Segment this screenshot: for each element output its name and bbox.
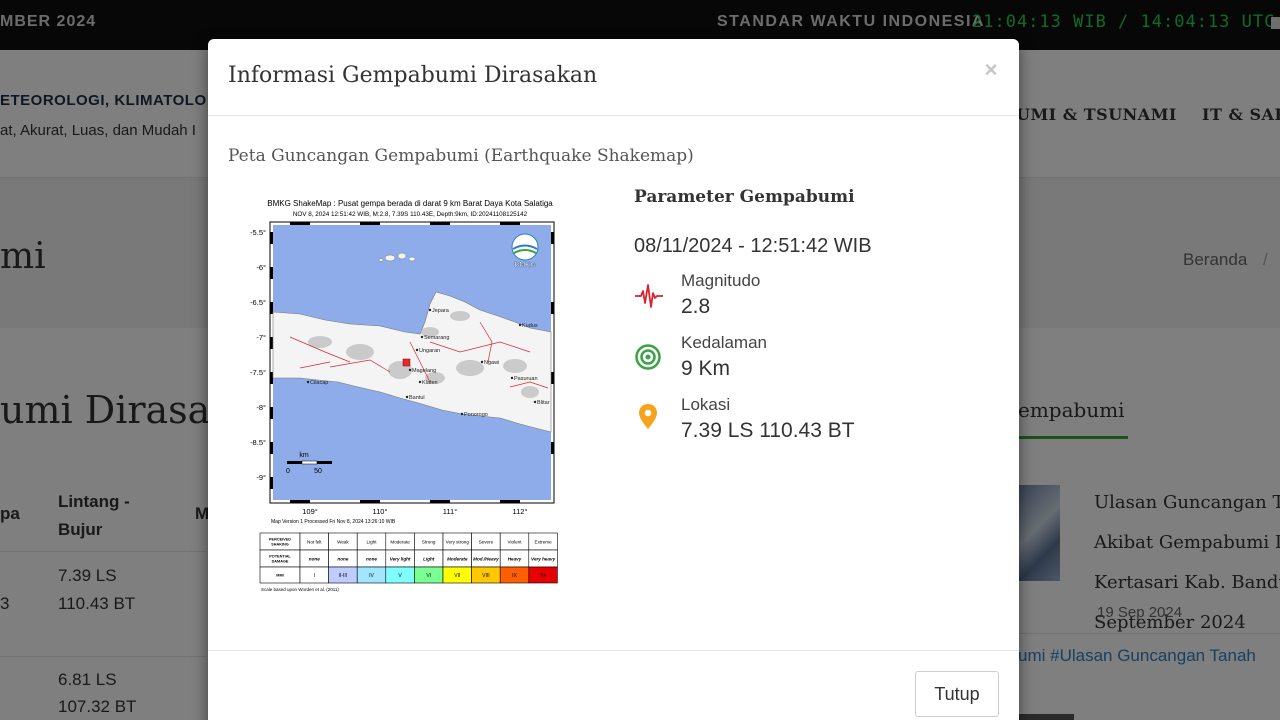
mmi-legend-table: PERCEIVEDSHAKING Not felt Weak Light Moderat… bbox=[259, 532, 558, 584]
legend-cell-text: Weak bbox=[337, 540, 349, 545]
city-label: Klaten bbox=[422, 380, 438, 386]
legend-row-label: POTENTIAL bbox=[269, 555, 291, 559]
svg-text:BMKG: BMKG bbox=[514, 262, 536, 269]
depth-target-icon bbox=[635, 344, 661, 370]
legend-cell-text: Very heavy bbox=[531, 557, 556, 562]
legend-row-label: DAMAGE bbox=[272, 560, 289, 564]
legend-cell-text: none bbox=[366, 557, 377, 562]
legend-row-label-cell bbox=[259, 532, 301, 551]
close-button[interactable]: Tutup bbox=[915, 671, 999, 717]
legend-cell-text: II-III bbox=[339, 573, 348, 579]
legend-row-label: MMI bbox=[276, 574, 283, 578]
legend-cell-text: VI bbox=[426, 573, 431, 579]
legend-cell-text: Moderate bbox=[390, 540, 410, 545]
shakemap-subtitle-line: NOV 8, 2024 12:51:42 WIB, M:2.8, 7.39S 1… bbox=[293, 211, 528, 218]
legend-cell-text: none bbox=[309, 557, 320, 562]
event-datetime: 08/11/2024 - 12:51:42 WIB bbox=[634, 235, 872, 257]
legend-cell-text: Moderate bbox=[447, 557, 468, 562]
lat-tick: -6.5° bbox=[250, 298, 266, 307]
location-label: Lokasi bbox=[681, 395, 731, 414]
city-label: Kudus bbox=[522, 323, 538, 329]
city-label: Ponorogo bbox=[464, 412, 488, 418]
close-icon[interactable]: × bbox=[982, 57, 1000, 83]
lat-tick: -9° bbox=[256, 473, 266, 482]
shakemap-title: BMKG ShakeMap : Pusat gempa berada di da… bbox=[267, 199, 553, 208]
lat-tick: -7.5° bbox=[250, 368, 266, 377]
legend-row-label: SHAKING bbox=[271, 543, 289, 547]
modal-title: Informasi Gempabumi Dirasakan bbox=[228, 63, 598, 88]
lon-tick: 112° bbox=[513, 507, 528, 516]
lon-tick: 111° bbox=[443, 507, 457, 516]
legend-cell-text: VII bbox=[454, 573, 460, 579]
legend-row-label: PERCEIVED bbox=[269, 538, 291, 542]
legend-cell-text: Very light bbox=[390, 557, 411, 562]
legend-cell-text: I bbox=[314, 573, 315, 579]
lat-tick: -6° bbox=[256, 263, 266, 272]
lat-tick: -7° bbox=[256, 333, 266, 342]
legend-cell-text: IX bbox=[512, 573, 517, 579]
legend-footnote: Scale based upon Worden et al. (2011) bbox=[261, 587, 339, 592]
modal-footer-divider bbox=[208, 650, 1019, 651]
legend-cell-text: X+ bbox=[540, 573, 546, 579]
city-label: Cilacap bbox=[310, 380, 328, 386]
shakemap-svg: BMKG ShakeMap : Pusat gempa berada di da… bbox=[250, 199, 558, 592]
lon-tick: 109° bbox=[302, 507, 318, 516]
legend-cell-text: Extreme bbox=[535, 540, 553, 545]
city-label: Magelang bbox=[412, 368, 436, 374]
magnitude-label: Magnitudo bbox=[681, 271, 761, 290]
lat-tick: -8.5° bbox=[250, 438, 266, 447]
modal-header: Informasi Gempabumi Dirasakan × bbox=[208, 39, 1019, 116]
scale-label: km bbox=[299, 452, 309, 459]
bmkg-logo: BMKG bbox=[511, 233, 539, 269]
seismograph-icon bbox=[635, 284, 663, 308]
shakemap-subtitle: Peta Guncangan Gempabumi (Earthquake Sha… bbox=[228, 146, 694, 166]
legend-cell-text: VIII bbox=[482, 573, 490, 579]
legend-cell-text: Very strong bbox=[446, 540, 470, 545]
legend-cell-text: IV bbox=[369, 573, 374, 579]
legend-cell-text: none bbox=[337, 557, 348, 562]
legend-cell-text: Not felt bbox=[307, 540, 322, 545]
lon-tick: 110° bbox=[373, 507, 388, 516]
city-label: Semarang bbox=[424, 335, 449, 341]
city-label: Bantul bbox=[409, 395, 425, 401]
map-version-text: Map Version 1 Processed Fri Nov 8, 2024 … bbox=[271, 519, 396, 525]
legend-cell-text: Heavy bbox=[508, 557, 522, 562]
location-value: 7.39 LS 110.43 BT bbox=[681, 419, 855, 442]
magnitude-value: 2.8 bbox=[681, 295, 711, 318]
city-label: Ngawi bbox=[484, 360, 499, 366]
city-label: Pasuruan bbox=[514, 376, 538, 382]
legend-cell-text: Mod./Heavy bbox=[473, 557, 499, 562]
legend-cell-text: Light bbox=[367, 540, 378, 545]
legend-cell-text: Violent bbox=[508, 540, 523, 545]
earthquake-info-modal: Informasi Gempabumi Dirasakan × Peta Gun… bbox=[208, 39, 1019, 720]
svg-text:50: 50 bbox=[314, 468, 322, 475]
legend-cell-text: Light bbox=[423, 557, 435, 562]
location-pin-icon bbox=[639, 404, 657, 429]
svg-text:0: 0 bbox=[286, 468, 290, 475]
city-label: Blitar bbox=[537, 400, 550, 406]
epicenter-marker bbox=[402, 358, 411, 367]
legend-row-label-cell bbox=[259, 549, 301, 568]
depth-value: 9 Km bbox=[681, 357, 731, 380]
parameters-title: Parameter Gempabumi bbox=[634, 187, 855, 207]
depth-label: Kedalaman bbox=[681, 333, 768, 352]
shakemap-image: BMKG ShakeMap : Pusat gempa berada di da… bbox=[230, 192, 585, 602]
legend-cell-text: Strong bbox=[422, 540, 436, 545]
lat-tick: -5.5° bbox=[250, 228, 266, 237]
legend-cell-text: Severe bbox=[479, 540, 494, 545]
city-label: Jepara bbox=[432, 308, 450, 314]
lat-tick: -8° bbox=[256, 403, 266, 412]
city-label: Ungaran bbox=[419, 348, 440, 354]
